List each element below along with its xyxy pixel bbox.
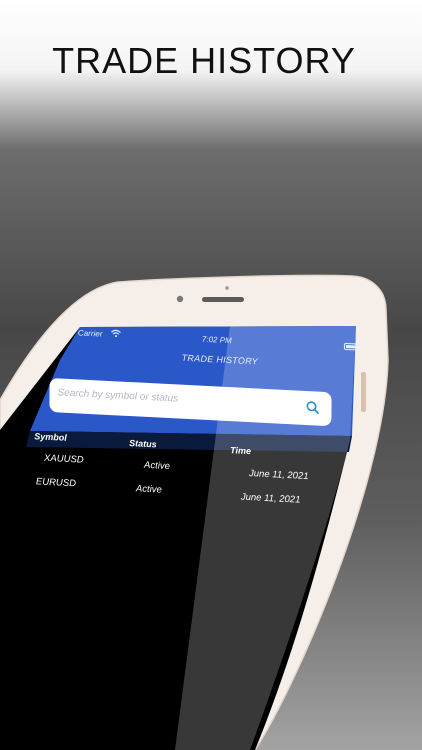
carrier-label: Carrier xyxy=(77,328,103,339)
column-header-status: Status xyxy=(129,438,157,450)
battery-icon xyxy=(343,342,359,351)
front-camera xyxy=(176,295,184,303)
search-bar[interactable] xyxy=(49,377,332,427)
sensor xyxy=(225,286,229,290)
row-symbol: EURUSD xyxy=(35,476,77,490)
volume-button xyxy=(361,372,366,412)
clock-label: 7:02 PM xyxy=(201,334,232,346)
search-icon[interactable] xyxy=(305,400,319,415)
column-header-time: Time xyxy=(230,445,252,457)
earpiece-speaker xyxy=(202,297,244,302)
column-header-symbol: Symbol xyxy=(34,431,67,443)
row-symbol: XAUUSD xyxy=(44,452,84,466)
nav-title: TRADE HISTORY xyxy=(181,352,259,367)
row-status: Active xyxy=(144,459,170,473)
row-time: June 11, 2021 xyxy=(240,491,301,506)
row-status: Active xyxy=(135,483,162,496)
search-input[interactable] xyxy=(57,387,288,411)
app-screen: Carrier 7:02 PM TRADE HISTORY Symbol Sta… xyxy=(34,325,360,750)
wifi-icon xyxy=(111,329,121,338)
row-time: June 11, 2021 xyxy=(248,468,309,483)
